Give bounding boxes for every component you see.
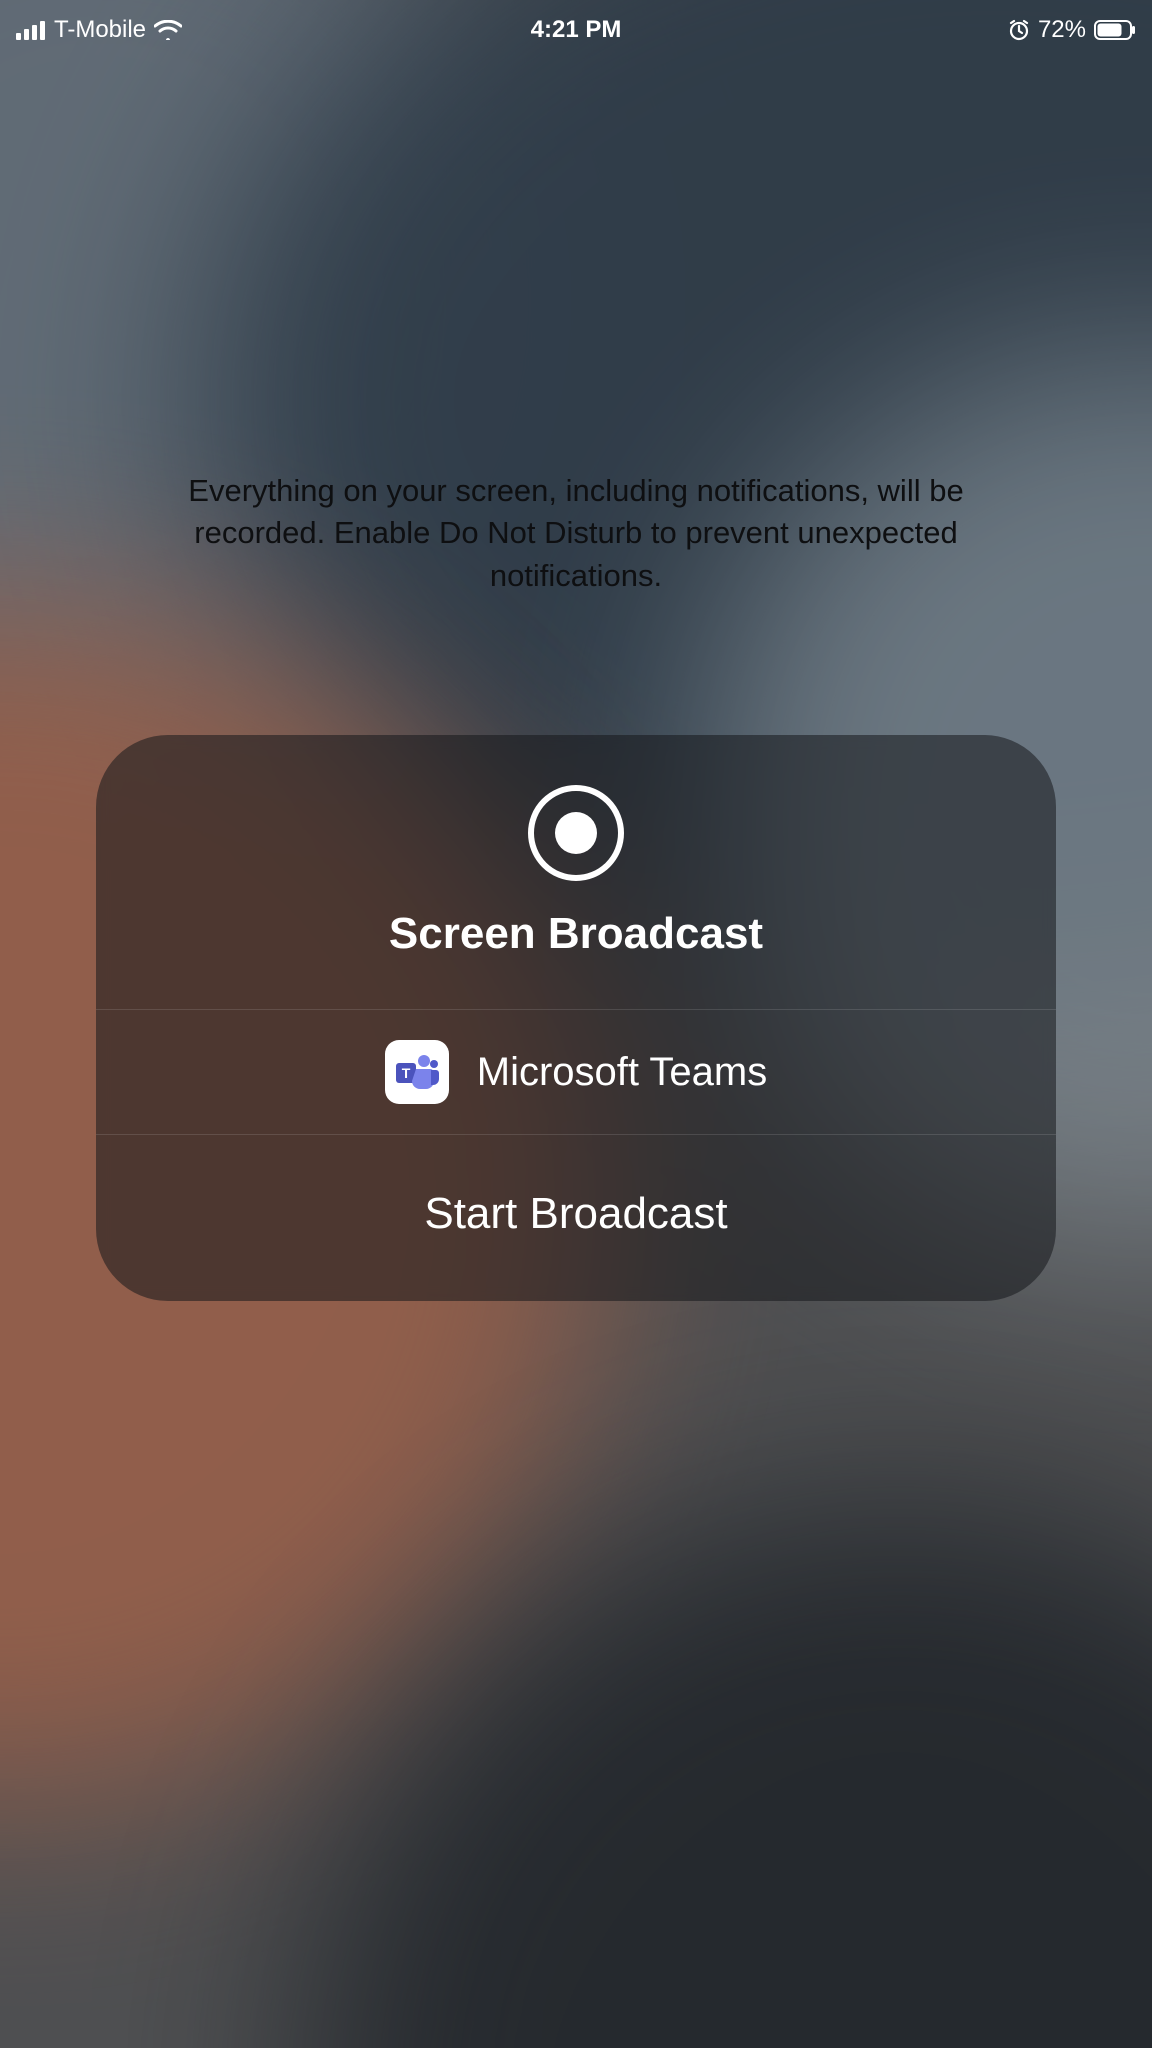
carrier-label: T-Mobile <box>54 16 146 44</box>
battery-icon <box>1094 20 1136 40</box>
start-broadcast-label: Start Broadcast <box>424 1189 727 1238</box>
cellular-bars-icon <box>16 20 46 40</box>
broadcast-app-selector[interactable]: T Microsoft Teams <box>96 1010 1056 1135</box>
broadcast-title-section: Screen Broadcast <box>96 735 1056 1010</box>
svg-text:T: T <box>401 1065 410 1081</box>
record-icon <box>528 785 624 881</box>
alarm-icon <box>1008 19 1030 41</box>
recording-warning-text: Everything on your screen, including not… <box>146 470 1006 597</box>
broadcast-card: Screen Broadcast T Microsoft Teams Start… <box>96 735 1056 1301</box>
start-broadcast-button[interactable]: Start Broadcast <box>96 1135 1056 1301</box>
battery-pct-label: 72% <box>1038 16 1086 44</box>
broadcast-title-label: Screen Broadcast <box>389 909 763 959</box>
status-bar: T-Mobile 4:21 PM 72% <box>0 0 1152 60</box>
selected-app-name: Microsoft Teams <box>477 1050 767 1095</box>
wifi-icon <box>154 20 182 40</box>
teams-app-icon: T <box>385 1040 449 1104</box>
clock-label: 4:21 PM <box>531 16 622 44</box>
